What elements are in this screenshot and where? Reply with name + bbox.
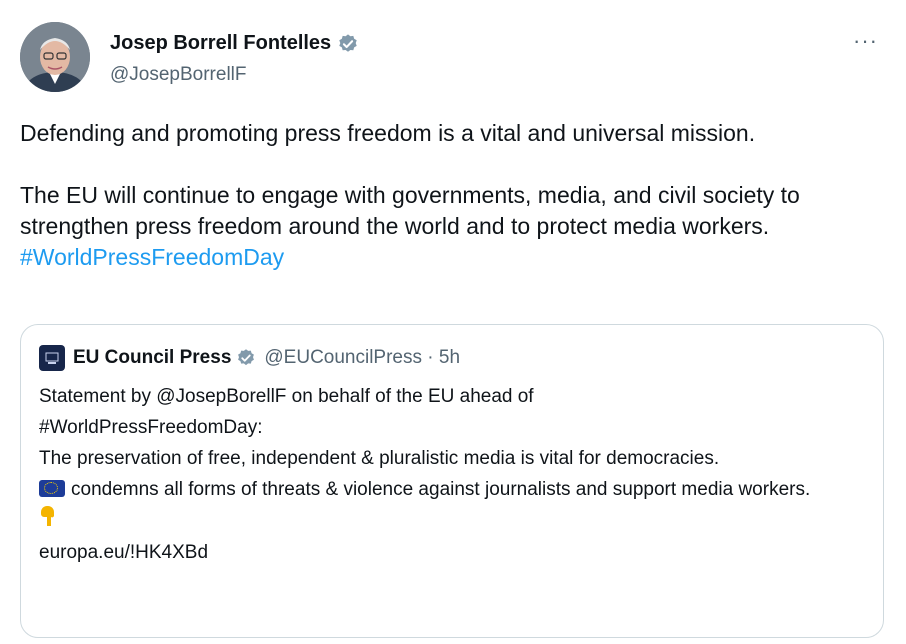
quoted-line-2: #WorldPressFreedomDay: [39,417,263,438]
eu-council-logo-icon [39,345,65,371]
tweet-paragraph-2: The EU will continue to engage with gove… [20,182,800,239]
quoted-author-name[interactable]: EU Council Press [73,347,231,369]
backhand-index-pointing-down-icon [39,505,57,537]
author-handle[interactable]: @JosepBorrellF [110,64,247,86]
quoted-link[interactable]: europa.eu/!HK4XBd [39,542,208,563]
avatar[interactable] [20,22,90,92]
quoted-line-4-text: condemns all forms of threats & violence… [71,479,811,500]
quoted-line-1: Statement by @JosepBorellF on behalf of … [39,386,534,407]
verified-badge-icon [238,349,255,366]
verified-badge-icon [339,33,357,52]
quoted-line-5 [39,505,859,537]
quoted-tweet-body: Statement by @JosepBorellF on behalf of … [39,381,859,568]
quoted-tweet-header: EU Council Press @EUCouncilPress · 5h [39,345,460,371]
tweet-header: Josep Borrell Fontelles @JosepBorrellF ·… [20,22,886,98]
author-name-row: Josep Borrell Fontelles [110,32,359,55]
more-options-icon[interactable]: ··· [853,28,878,54]
hashtag-link[interactable]: #WorldPressFreedomDay [20,244,284,270]
author-name[interactable]: Josep Borrell Fontelles [110,32,331,55]
quoted-line-3: The preservation of free, independent & … [39,448,720,469]
quoted-line-4: condemns all forms of threats & violence… [39,474,859,505]
quoted-handle-time[interactable]: @EUCouncilPress · 5h [264,347,460,369]
tweet-text: Defending and promoting press freedom is… [20,118,890,273]
quoted-tweet[interactable]: EU Council Press @EUCouncilPress · 5h St… [20,324,884,638]
eu-flag-icon [39,480,65,497]
tweet-paragraph-1: Defending and promoting press freedom is… [20,120,756,146]
avatar-image [20,22,90,92]
